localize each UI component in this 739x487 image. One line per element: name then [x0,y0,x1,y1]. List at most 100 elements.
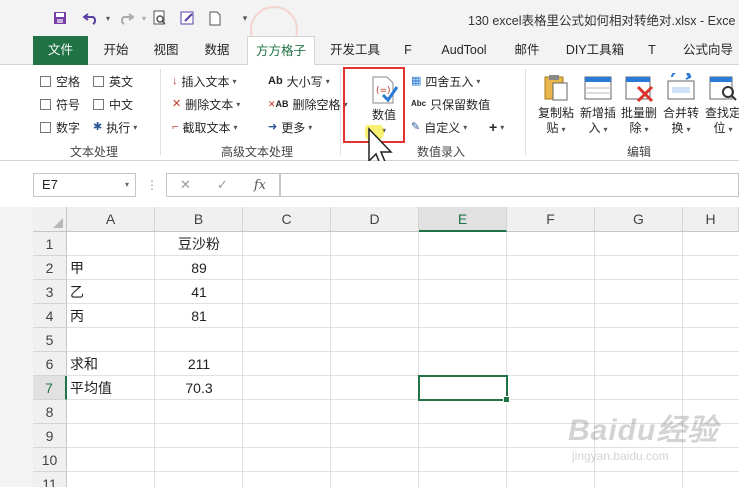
row-header-5[interactable]: 5 [33,328,67,352]
tab-view[interactable]: 视图 [146,36,186,65]
edit-form-icon[interactable] [178,9,198,27]
tab-f[interactable]: F [398,36,418,65]
print-preview-icon[interactable] [150,9,170,27]
more-button[interactable]: ➜ 更多 ▾ [268,117,312,137]
formula-controls: ✕ ✓ fx [166,173,280,197]
add-button[interactable]: + ▾ [489,117,504,137]
cell-a3[interactable]: 乙 [70,280,154,304]
delete-text-icon: ✕ [172,98,182,110]
batch-delete-button[interactable]: 批量删除 ▾ [619,73,659,137]
checkbox-space[interactable]: 空格 [40,71,80,91]
plus-icon: + [489,119,498,135]
row-header-1[interactable]: 1 [33,232,67,256]
confirm-icon[interactable]: ✓ [217,177,228,193]
checkbox-chinese[interactable]: 中文 [93,94,133,114]
custom-button[interactable]: ✎ 自定义 ▾ [411,117,467,137]
tab-developer[interactable]: 开发工具 [323,36,387,65]
tab-file[interactable]: 文件 [33,36,88,65]
baidu-watermark: Baidu经验 jingyan.baidu.com [568,414,719,463]
merge-convert-icon [666,70,696,103]
cell-a7[interactable]: 平均值 [70,376,154,400]
row-header-3[interactable]: 3 [33,280,67,304]
column-header-g[interactable]: G [595,207,683,232]
undo-icon[interactable] [80,9,102,27]
keep-values-icon: Abc [411,99,427,108]
row-header-11[interactable]: 11 [33,472,67,487]
group-separator [160,69,161,155]
checkbox-english[interactable]: 英文 [93,71,133,91]
tab-data[interactable]: 数据 [197,36,237,65]
merge-convert-button[interactable]: 合并转换 ▾ [661,70,701,137]
case-icon: Ab [268,75,283,87]
round-button[interactable]: ▦ 四舍五入 ▾ [411,71,480,91]
copy-paste-icon [541,73,571,103]
undo-dropdown-icon[interactable]: ▾ [104,9,112,27]
group-separator [525,69,526,155]
insert-function-icon[interactable]: fx [254,178,266,193]
formula-bar-grip-icon: ⋮ [146,178,158,192]
cell-a6[interactable]: 求和 [70,352,154,376]
name-box-dropdown-icon: ▾ [124,180,129,189]
column-header-d[interactable]: D [331,207,419,232]
row-header-9[interactable]: 9 [33,424,67,448]
insert-text-button[interactable]: ↓ 插入文本 ▾ [172,71,237,91]
column-header-c[interactable]: C [243,207,331,232]
column-header-a[interactable]: A [67,207,155,232]
redo-dropdown-icon[interactable]: ▾ [140,9,148,27]
checkbox-symbol[interactable]: 符号 [40,94,80,114]
tab-t[interactable]: T [642,36,662,65]
cell-b1[interactable]: 豆沙粉 [155,232,243,256]
insert-rows-icon [583,73,613,103]
row-header-6[interactable]: 6 [33,352,67,376]
tab-mail[interactable]: 邮件 [509,36,545,65]
select-all-corner[interactable] [33,207,67,232]
tab-audtool[interactable]: AudTool [431,36,497,65]
row-header-4[interactable]: 4 [33,304,67,328]
row-header-8[interactable]: 8 [33,400,67,424]
row-header-2[interactable]: 2 [33,256,67,280]
column-header-f[interactable]: F [507,207,595,232]
cancel-icon[interactable]: ✕ [180,177,191,193]
delete-text-button[interactable]: ✕ 删除文本 ▾ [172,94,240,114]
column-header-h[interactable]: H [683,207,739,232]
find-locate-button[interactable]: 查找定位 ▾ [703,73,739,137]
find-locate-icon [708,73,738,103]
tab-fangfang[interactable]: 方方格子 [247,36,315,66]
column-header-e[interactable]: E [419,207,507,232]
batch-delete-icon [624,73,654,103]
group-label-number-entry: 数值录入 [417,145,466,159]
cell-a2[interactable]: 甲 [70,256,154,280]
checkbox-number[interactable]: 数字 [40,117,80,137]
cell-b3[interactable]: 41 [155,280,243,304]
ribbon-tab-bar: 文件 开始 视图 数据 方方格子 开发工具 F AudTool 邮件 DIY工具… [0,36,739,66]
tab-home[interactable]: 开始 [96,36,136,65]
new-file-icon[interactable] [207,9,223,27]
insert-new-button[interactable]: 新增插入 ▾ [578,73,618,137]
remove-spaces-button[interactable]: ✕AB 删除空格 ▾ [268,94,348,114]
redo-icon[interactable] [115,9,137,27]
tab-diy-toolbox[interactable]: DIY工具箱 [559,36,631,65]
round-icon: ▦ [411,75,422,87]
extract-text-button[interactable]: ⌐ 截取文本 ▾ [172,117,237,137]
column-header-b[interactable]: B [155,207,243,232]
cell-b6[interactable]: 211 [155,352,243,376]
name-box[interactable]: E7 ▾ [33,173,136,197]
tab-formula-wizard[interactable]: 公式向导 [677,36,739,65]
formula-input[interactable] [280,173,739,197]
row-header-10[interactable]: 10 [33,448,67,472]
extract-text-icon: ⌐ [172,121,179,133]
cell-a4[interactable]: 丙 [70,304,154,328]
cell-b7[interactable]: 70.3 [155,376,243,400]
formula-bar: E7 ▾ ⋮ ✕ ✓ fx [0,161,739,207]
active-cell-e7[interactable] [418,375,510,403]
copy-paste-button[interactable]: 复制粘贴 ▾ [536,73,576,137]
save-icon[interactable] [50,9,70,27]
case-button[interactable]: Ab 大小写 ▾ [268,71,330,91]
execute-button[interactable]: ✱ 执行 ▾ [93,117,137,137]
keep-values-button[interactable]: Abc 只保留数值 [411,94,490,114]
cell-b2[interactable]: 89 [155,256,243,280]
cell-b4[interactable]: 81 [155,304,243,328]
window-title: 130 excel表格里公式如何相对转绝对.xlsx - Exce [468,14,736,28]
custom-icon: ✎ [411,121,421,133]
row-header-7[interactable]: 7 [33,376,67,400]
